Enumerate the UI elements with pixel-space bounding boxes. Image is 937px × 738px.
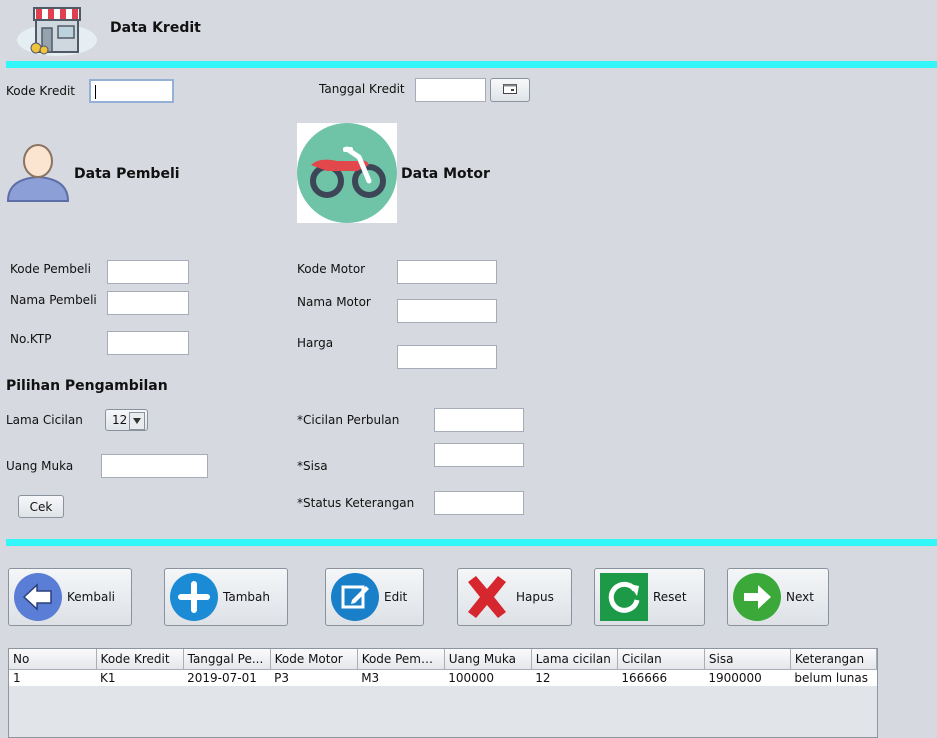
edit-button[interactable]: Edit [325,568,424,626]
cell-no: 1 [13,671,21,685]
plus-icon [169,572,219,622]
status-keterangan-label: *Status Keterangan [297,496,415,510]
harga-input[interactable] [397,345,497,369]
ktp-label: No.KTP [10,332,52,346]
nama-pembeli-label: Nama Pembeli [10,293,97,307]
store-icon [14,4,100,58]
table-header-row: No Kode Kredit Tanggal Pe... Kode Motor … [9,649,877,670]
sisa-label: *Sisa [297,459,328,473]
reset-button[interactable]: Reset [594,568,705,626]
chevron-down-icon [129,412,145,430]
motorcycle-icon [297,123,397,223]
cell-tanggal: 2019-07-01 [187,671,257,685]
kode-motor-input[interactable] [397,260,497,284]
cell-cicilan: 166666 [621,671,668,685]
next-arrow-icon [732,572,782,622]
calendar-icon [503,83,517,97]
kode-pembeli-label: Kode Pembeli [10,262,91,276]
ktp-input[interactable] [107,331,189,355]
status-keterangan-input[interactable] [434,491,524,515]
cell-keterangan: belum lunas [794,671,869,685]
page-title: Data Kredit [110,20,201,36]
divider-top [6,61,937,68]
kredit-table[interactable]: No Kode Kredit Tanggal Pe... Kode Motor … [8,648,878,738]
nama-motor-input[interactable] [397,299,497,323]
lama-cicilan-label: Lama Cicilan [6,413,83,427]
text-cursor [95,85,96,99]
col-uang-muka[interactable]: Uang Muka [444,649,532,670]
col-no[interactable]: No [9,649,97,670]
col-tanggal[interactable]: Tanggal Pe... [183,649,271,670]
edit-icon [330,572,380,622]
cell-lama-cicilan: 12 [535,671,551,685]
sisa-input[interactable] [434,443,524,467]
reset-icon [599,572,649,622]
next-button[interactable]: Next [727,568,829,626]
date-picker-button[interactable] [490,78,530,102]
uang-muka-label: Uang Muka [6,459,74,473]
divider-bottom [6,539,937,546]
col-kode-pembeli[interactable]: Kode Pemb... [357,649,445,670]
cicilan-perbulan-input[interactable] [434,408,524,432]
col-lama-cicilan[interactable]: Lama cicilan [531,649,618,670]
pengambilan-title: Pilihan Pengambilan [6,378,168,394]
cell-uang-muka: 100000 [448,671,495,685]
harga-label: Harga [297,336,334,350]
tanggal-kredit-label: Tanggal Kredit [319,82,405,96]
cell-kode-pembeli: M3 [361,671,380,685]
cell-kode-kredit: K1 [100,671,116,685]
cicilan-perbulan-label: *Cicilan Perbulan [297,413,400,427]
col-cicilan[interactable]: Cicilan [617,649,705,670]
kode-motor-label: Kode Motor [297,262,366,276]
uang-muka-input[interactable] [101,454,208,478]
nama-motor-label: Nama Motor [297,295,371,309]
nama-pembeli-input[interactable] [107,291,189,315]
tambah-button[interactable]: Tambah [164,568,288,626]
cek-button[interactable]: Cek [18,495,64,518]
kode-pembeli-input[interactable] [107,260,189,284]
table-row[interactable]: 1 K1 2019-07-01 P3 M3 100000 12 166666 1… [9,669,877,686]
cell-sisa: 1900000 [708,671,762,685]
cell-kode-motor: P3 [274,671,290,685]
motor-title: Data Motor [401,166,490,182]
hapus-button[interactable]: Hapus [457,568,572,626]
col-keterangan[interactable]: Keterangan [790,649,877,670]
tanggal-kredit-input[interactable] [415,78,486,102]
user-icon [6,143,70,203]
delete-x-icon [462,572,512,622]
lama-cicilan-select[interactable]: 12 [105,409,148,431]
back-arrow-icon [13,572,63,622]
kembali-button[interactable]: Kembali [8,568,132,626]
pembeli-title: Data Pembeli [74,166,180,182]
col-kode-kredit[interactable]: Kode Kredit [96,649,184,670]
col-sisa[interactable]: Sisa [704,649,791,670]
kode-kredit-label: Kode Kredit [6,84,76,98]
col-kode-motor[interactable]: Kode Motor [270,649,358,670]
kode-kredit-input[interactable] [89,79,174,103]
